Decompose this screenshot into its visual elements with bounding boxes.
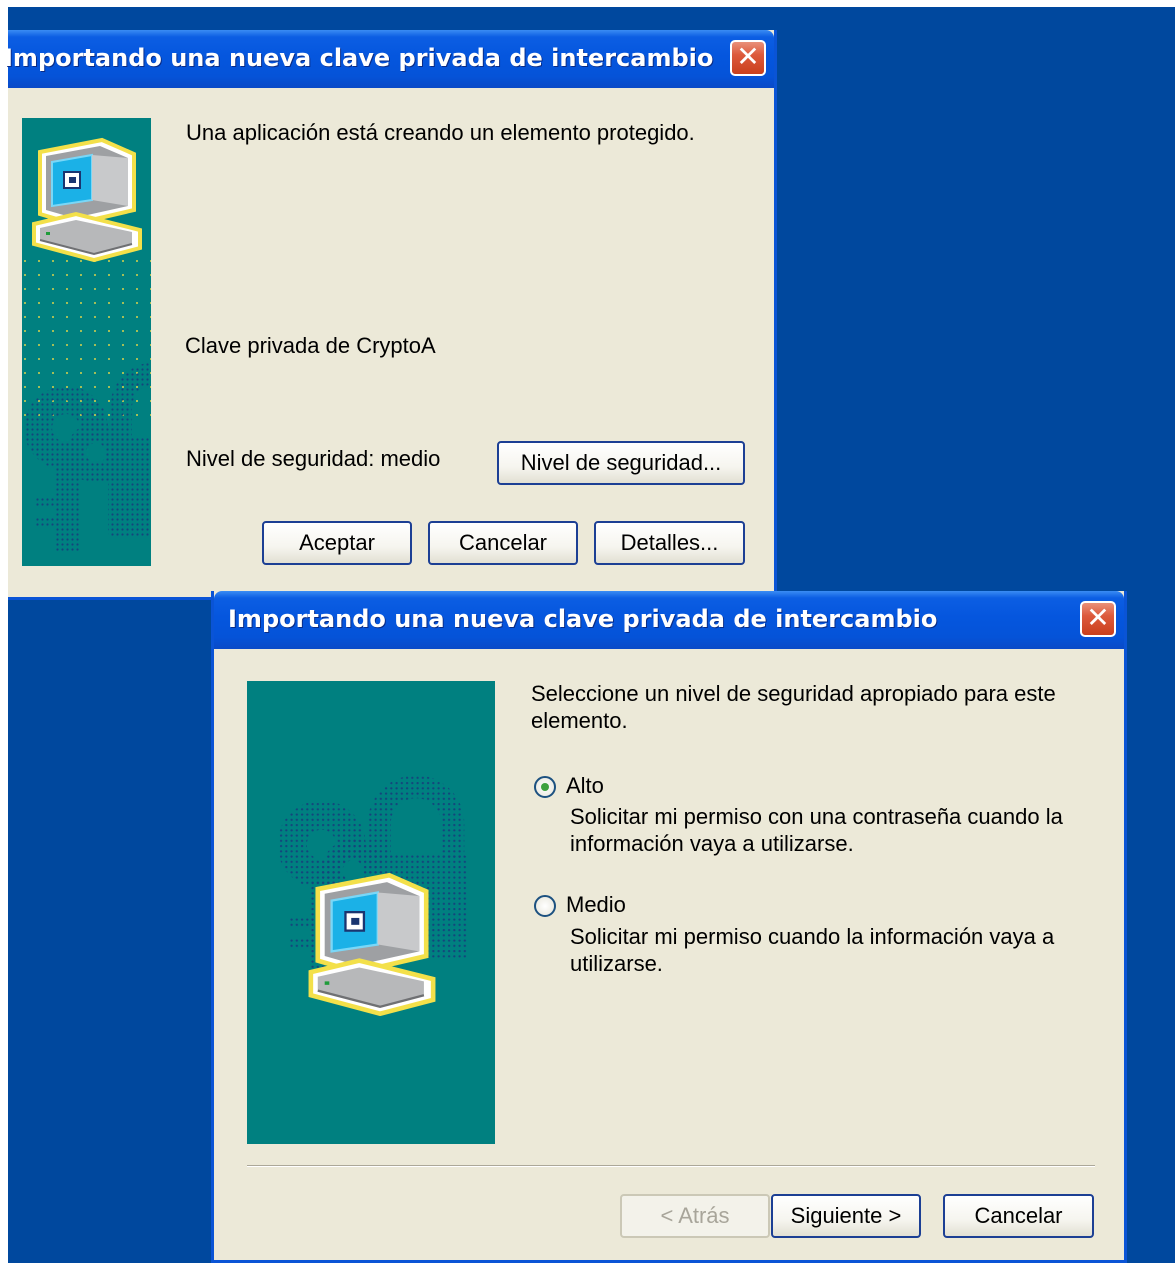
dialog-title: Importando una nueva clave privada de in… bbox=[4, 44, 714, 72]
cancel-button[interactable]: Cancelar bbox=[428, 521, 578, 565]
security-illustration bbox=[247, 681, 495, 1144]
radio-medio-description: Solicitar mi permiso cuando la informaci… bbox=[570, 924, 1055, 949]
cancel-button[interactable]: Cancelar bbox=[943, 1194, 1094, 1238]
next-button[interactable]: Siguiente > bbox=[771, 1194, 921, 1238]
radio-medio-label[interactable]: Medio bbox=[566, 892, 626, 918]
dialog-title: Importando una nueva clave privada de in… bbox=[228, 605, 938, 633]
dialog-titlebar[interactable]: Importando una nueva clave privada de in… bbox=[214, 591, 1124, 649]
radio-medio-description-continued: utilizarse. bbox=[570, 951, 663, 976]
dialog-titlebar[interactable]: Importando una nueva clave privada de in… bbox=[4, 30, 774, 88]
security-level-button[interactable]: Nivel de seguridad... bbox=[497, 441, 745, 485]
item-name: Clave privada de CryptoA bbox=[185, 333, 436, 358]
protected-item-dialog: Importando una nueva clave privada de in… bbox=[4, 30, 777, 600]
radio-alto-label[interactable]: Alto bbox=[566, 773, 604, 799]
close-button[interactable]: ✕ bbox=[1080, 601, 1116, 637]
computer-icon bbox=[311, 875, 433, 1013]
close-icon: ✕ bbox=[736, 40, 760, 73]
close-icon: ✕ bbox=[1086, 601, 1110, 634]
security-level-dialog: Importando una nueva clave privada de in… bbox=[211, 591, 1127, 1263]
instruction-text: Seleccione un nivel de seguridad apropia… bbox=[531, 681, 1056, 706]
ok-button[interactable]: Aceptar bbox=[262, 521, 412, 565]
security-illustration bbox=[22, 118, 151, 566]
details-button[interactable]: Detalles... bbox=[594, 521, 745, 565]
radio-alto[interactable] bbox=[534, 776, 556, 798]
radio-medio[interactable] bbox=[534, 895, 556, 917]
radio-selected-dot bbox=[541, 783, 549, 791]
message-text: Una aplicación está creando un elemento … bbox=[186, 120, 695, 145]
security-level-text: Nivel de seguridad: medio bbox=[186, 446, 441, 471]
radio-alto-description: Solicitar mi permiso con una contraseña … bbox=[570, 804, 1063, 829]
instruction-text-continued: elemento. bbox=[531, 708, 628, 733]
radio-alto-description-continued: información vaya a utilizarse. bbox=[570, 831, 854, 856]
back-button[interactable]: < Atrás bbox=[620, 1194, 770, 1238]
close-button[interactable]: ✕ bbox=[730, 40, 766, 76]
computer-icon bbox=[32, 138, 142, 262]
keys-icon bbox=[24, 373, 151, 553]
divider bbox=[247, 1165, 1095, 1167]
